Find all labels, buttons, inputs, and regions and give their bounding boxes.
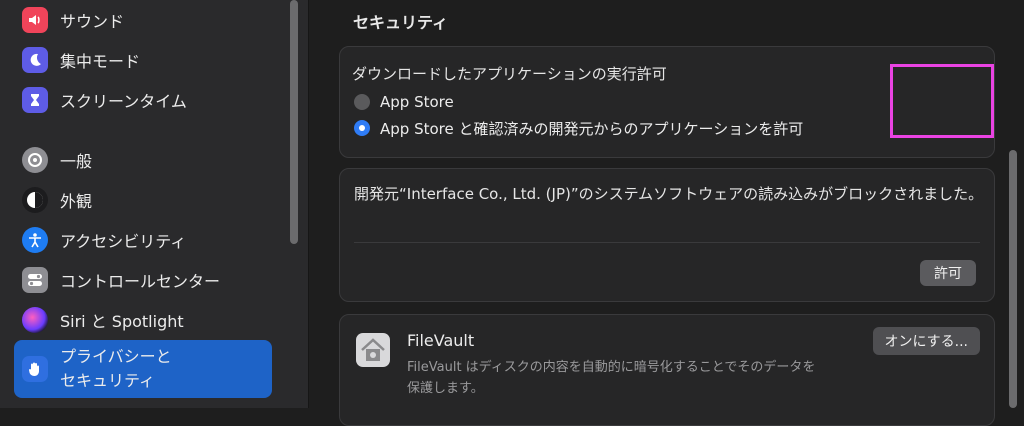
sidebar-item-label: Siri と Spotlight bbox=[60, 312, 184, 331]
sidebar-item-label: 一般 bbox=[60, 152, 93, 171]
radio-button[interactable] bbox=[354, 94, 370, 110]
filevault-turn-on-button[interactable]: オンにする... bbox=[872, 327, 980, 355]
divider bbox=[354, 242, 980, 243]
main-pane: セキュリティ ダウンロードしたアプリケーションの実行許可 App Store A… bbox=[309, 0, 1024, 426]
sidebar-item-label: プライバシーと セキュリティ bbox=[60, 347, 172, 390]
sidebar-item-general[interactable]: 一般 bbox=[14, 142, 272, 178]
main-scrollbar[interactable] bbox=[1009, 150, 1017, 408]
download-permission-title: ダウンロードしたアプリケーションの実行許可 bbox=[352, 65, 667, 83]
radio-label: App Store bbox=[380, 93, 454, 111]
control-center-icon bbox=[22, 267, 48, 293]
radio-button[interactable] bbox=[354, 120, 370, 136]
allow-button[interactable]: 許可 bbox=[920, 260, 976, 286]
filevault-description: FileVault はディスクの内容を自動的に暗号化することでそのデータを保護し… bbox=[407, 360, 816, 396]
speaker-icon bbox=[22, 7, 48, 33]
sidebar-item-focus[interactable]: 集中モード bbox=[14, 42, 272, 78]
appearance-icon bbox=[22, 187, 48, 213]
sidebar-item-appearance[interactable]: 外観 bbox=[14, 182, 272, 218]
sidebar-item-label: 集中モード bbox=[60, 52, 141, 71]
radio-app-store-identified[interactable]: App Store と確認済みの開発元からのアプリケーションを許可 bbox=[354, 117, 803, 139]
house-lock-icon bbox=[356, 333, 390, 367]
sidebar-item-label: サウンド bbox=[60, 12, 125, 31]
blocked-software-message: 開発元“Interface Co., Ltd. (JP)”のシステムソフトウェア… bbox=[354, 185, 984, 203]
blocked-software-card: 開発元“Interface Co., Ltd. (JP)”のシステムソフトウェア… bbox=[339, 168, 995, 302]
moon-icon bbox=[22, 47, 48, 73]
sidebar-item-sound[interactable]: サウンド bbox=[14, 2, 272, 38]
sidebar-item-privacy-security[interactable]: プライバシーと セキュリティ bbox=[14, 340, 272, 398]
sidebar-item-label: コントロールセンター bbox=[60, 272, 221, 291]
sidebar-item-control-center[interactable]: コントロールセンター bbox=[14, 262, 272, 298]
gear-icon bbox=[22, 147, 48, 173]
sidebar-item-label: スクリーンタイム bbox=[60, 92, 187, 111]
radio-label: App Store と確認済みの開発元からのアプリケーションを許可 bbox=[380, 119, 804, 138]
siri-icon bbox=[22, 307, 48, 333]
sidebar: サウンド 集中モード スクリーンタイム 一般 外観 アクセシビリティ コントロー… bbox=[0, 0, 309, 408]
highlight-annotation bbox=[890, 64, 994, 138]
sidebar-item-label: 外観 bbox=[60, 192, 93, 211]
section-title: セキュリティ bbox=[353, 13, 449, 32]
sidebar-item-screen-time[interactable]: スクリーンタイム bbox=[14, 82, 272, 118]
sidebar-item-siri-spotlight[interactable]: Siri と Spotlight bbox=[14, 302, 272, 338]
hand-icon bbox=[22, 356, 48, 382]
accessibility-icon bbox=[22, 227, 48, 253]
filevault-card: FileVault FileVault はディスクの内容を自動的に暗号化すること… bbox=[339, 314, 995, 426]
radio-app-store[interactable]: App Store bbox=[354, 91, 454, 113]
sidebar-item-label: アクセシビリティ bbox=[60, 232, 187, 251]
hourglass-icon bbox=[22, 87, 48, 113]
sidebar-scrollbar[interactable] bbox=[290, 0, 298, 244]
filevault-title: FileVault bbox=[407, 331, 475, 350]
sidebar-item-accessibility[interactable]: アクセシビリティ bbox=[14, 222, 272, 258]
